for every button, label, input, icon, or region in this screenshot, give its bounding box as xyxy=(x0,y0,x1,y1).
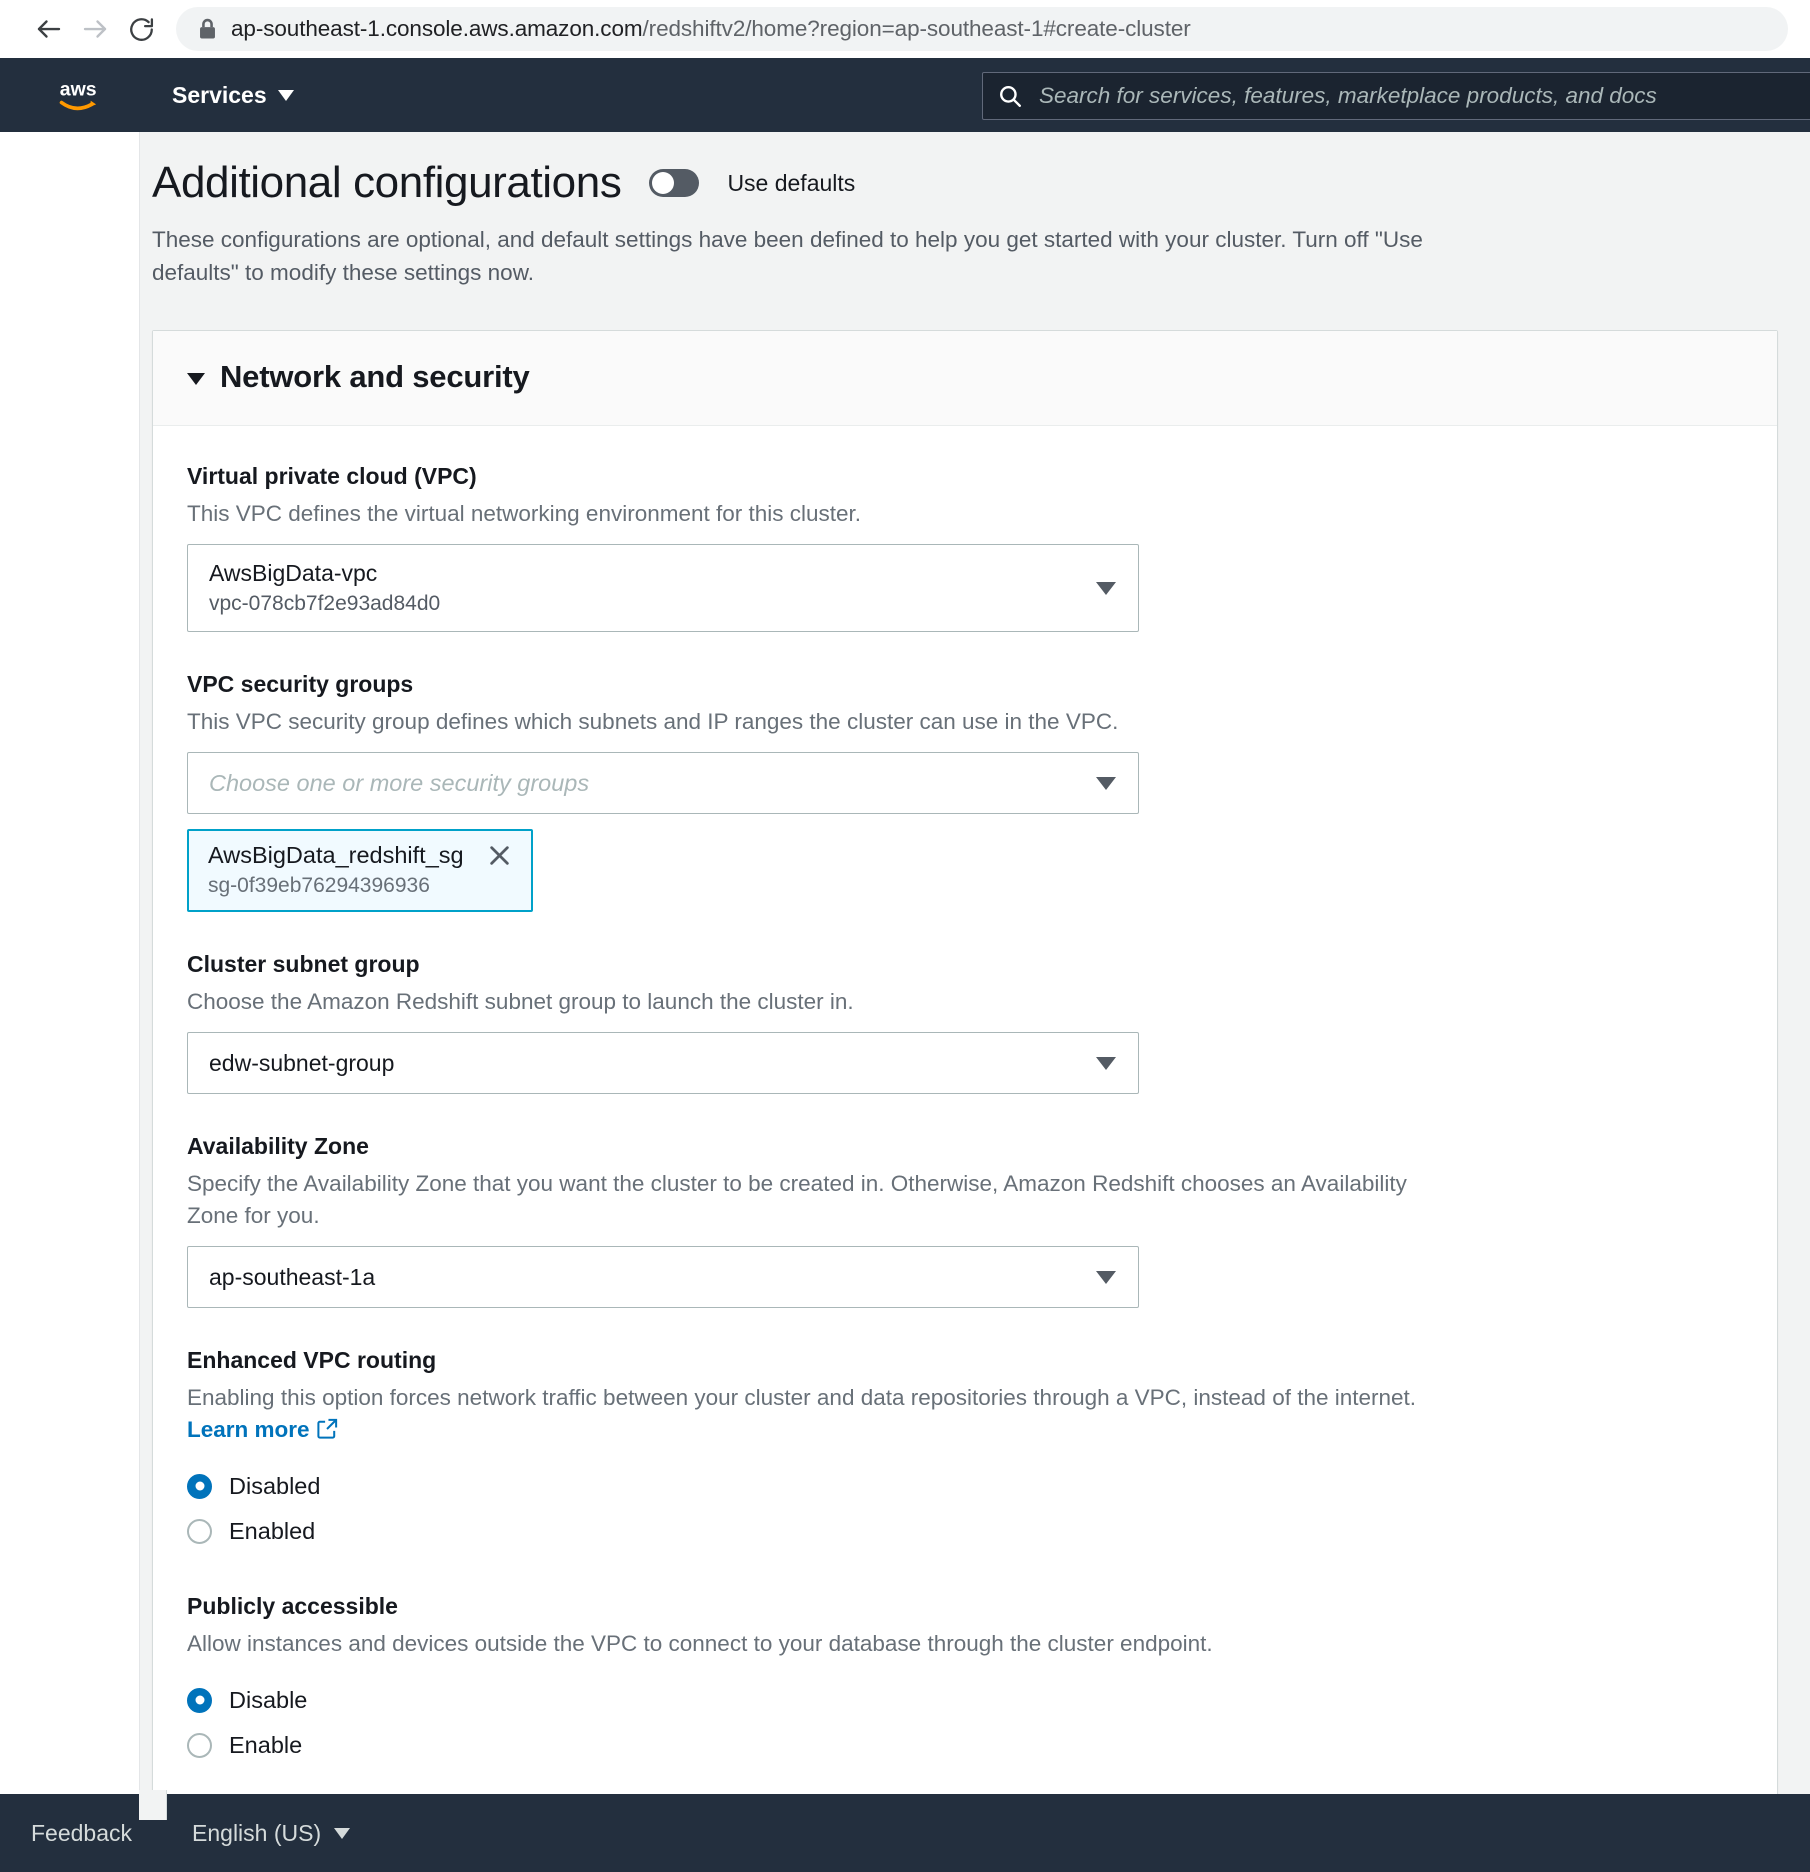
chevron-down-icon xyxy=(187,372,205,385)
enhanced-vpc-routing-radio-group: Disabled Enabled xyxy=(187,1464,1743,1554)
publicly-accessible-description: Allow instances and devices outside the … xyxy=(187,1630,1213,1656)
vpc-description: This VPC defines the virtual networking … xyxy=(187,501,862,527)
left-navigation-rail xyxy=(0,132,167,1820)
vpc-selected-value: AwsBigData-vpc xyxy=(209,560,378,587)
subnet-group-select[interactable]: edw-subnet-group xyxy=(187,1032,1139,1095)
forward-arrow-icon[interactable] xyxy=(72,6,118,52)
vpc-selected-id: vpc-078cb7f2e93ad84d0 xyxy=(209,592,441,616)
use-defaults-label: Use defaults xyxy=(727,169,856,196)
browser-toolbar: ap-southeast-1.console.aws.amazon.com/re… xyxy=(0,0,1810,58)
subnet-group-selected-value: edw-subnet-group xyxy=(209,1049,395,1076)
availability-zone-selected-value: ap-southeast-1a xyxy=(209,1263,376,1290)
chevron-down-icon xyxy=(1096,581,1116,595)
enhanced-vpc-routing-label: Enhanced VPC routing xyxy=(187,1347,437,1374)
availability-zone-label: Availability Zone xyxy=(187,1133,369,1160)
enhanced-vpc-routing-description: Enabling this option forces network traf… xyxy=(187,1382,1427,1446)
field-enhanced-vpc-routing: Enhanced VPC routing Enabling this optio… xyxy=(187,1346,1743,1554)
vpc-select[interactable]: AwsBigData-vpc vpc-078cb7f2e93ad84d0 xyxy=(187,544,1139,633)
publicly-accessible-radio-group: Disable Enable xyxy=(187,1678,1743,1768)
page-footer: Feedback English (US) xyxy=(0,1794,1810,1872)
rail-collapse-handle[interactable] xyxy=(139,1790,167,1820)
security-group-token-id: sg-0f39eb76294396936 xyxy=(208,874,430,898)
radio-option-enabled[interactable]: Enabled xyxy=(187,1509,1743,1554)
services-menu[interactable]: Services xyxy=(172,82,294,109)
feedback-link[interactable]: Feedback xyxy=(31,1820,132,1847)
radio-indicator xyxy=(187,1687,212,1713)
radio-indicator xyxy=(187,1732,212,1758)
security-group-token: AwsBigData_redshift_sg sg-0f39eb76294396… xyxy=(187,829,533,913)
address-bar[interactable]: ap-southeast-1.console.aws.amazon.com/re… xyxy=(176,7,1788,51)
radio-option-disabled[interactable]: Disabled xyxy=(187,1464,1743,1509)
subnet-group-label: Cluster subnet group xyxy=(187,951,420,978)
availability-zone-select[interactable]: ap-southeast-1a xyxy=(187,1246,1139,1309)
section-title: Network and security xyxy=(220,359,530,395)
radio-label: Enable xyxy=(229,1731,303,1758)
url-host: ap-southeast-1.console.aws.amazon.com xyxy=(231,16,643,41)
publicly-accessible-label: Publicly accessible xyxy=(187,1592,398,1619)
security-groups-placeholder: Choose one or more security groups xyxy=(209,769,590,796)
back-arrow-icon[interactable] xyxy=(26,6,72,52)
language-selector[interactable]: English (US) xyxy=(192,1819,351,1847)
network-and-security-card: Network and security Virtual private clo… xyxy=(152,330,1778,1794)
chevron-down-icon xyxy=(1096,776,1116,790)
security-groups-description: This VPC security group defines which su… xyxy=(187,709,1119,735)
security-groups-label: VPC security groups xyxy=(187,671,414,698)
availability-zone-description: Specify the Availability Zone that you w… xyxy=(187,1171,1407,1229)
radio-label: Disabled xyxy=(229,1472,321,1499)
use-defaults-toggle[interactable] xyxy=(649,169,700,198)
learn-more-link[interactable]: Learn more xyxy=(187,1417,310,1442)
radio-label: Disable xyxy=(229,1686,308,1713)
radio-indicator xyxy=(187,1473,212,1499)
chevron-down-icon xyxy=(277,89,294,101)
aws-logo[interactable]: aws xyxy=(58,76,120,113)
aws-global-nav: aws Services Search for services, featur… xyxy=(0,58,1810,132)
global-search-placeholder: Search for services, features, marketpla… xyxy=(1039,83,1657,108)
url-text: ap-southeast-1.console.aws.amazon.com/re… xyxy=(231,16,1191,42)
search-icon xyxy=(1000,86,1021,107)
field-vpc: Virtual private cloud (VPC) This VPC def… xyxy=(187,462,1743,633)
lock-icon xyxy=(200,18,215,39)
svg-text:aws: aws xyxy=(60,79,97,101)
chevron-down-icon xyxy=(1096,1056,1116,1070)
page-description: These configurations are optional, and d… xyxy=(152,227,1423,285)
subnet-group-description: Choose the Amazon Redshift subnet group … xyxy=(187,989,854,1015)
language-label: English (US) xyxy=(192,1819,322,1846)
reload-icon[interactable] xyxy=(118,6,164,52)
radio-option-disable[interactable]: Disable xyxy=(187,1678,1743,1723)
security-groups-select[interactable]: Choose one or more security groups xyxy=(187,752,1139,815)
page-header: Additional configurations Use defaults xyxy=(152,158,1778,207)
radio-label: Enabled xyxy=(229,1517,316,1544)
toggle-knob xyxy=(652,172,675,195)
main-content: Additional configurations Use defaults T… xyxy=(140,132,1810,1794)
page-body: Additional configurations Use defaults T… xyxy=(0,132,1810,1820)
url-path: /redshiftv2/home?region=ap-southeast-1#c… xyxy=(642,16,1191,41)
vpc-label: Virtual private cloud (VPC) xyxy=(187,463,477,490)
radio-option-enable[interactable]: Enable xyxy=(187,1723,1743,1768)
section-header-network-and-security[interactable]: Network and security xyxy=(153,331,1777,427)
field-availability-zone: Availability Zone Specify the Availabili… xyxy=(187,1132,1743,1309)
section-body: Virtual private cloud (VPC) This VPC def… xyxy=(153,426,1777,1794)
global-search-input[interactable]: Search for services, features, marketpla… xyxy=(982,72,1810,120)
radio-indicator xyxy=(187,1518,212,1544)
field-publicly-accessible: Publicly accessible Allow instances and … xyxy=(187,1592,1743,1768)
security-group-token-name: AwsBigData_redshift_sg xyxy=(208,842,464,869)
field-cluster-subnet-group: Cluster subnet group Choose the Amazon R… xyxy=(187,950,1743,1095)
page-title: Additional configurations xyxy=(152,158,622,207)
feedback-label: Feedback xyxy=(31,1819,133,1846)
services-label: Services xyxy=(172,81,267,108)
close-icon[interactable] xyxy=(486,842,513,869)
field-vpc-security-groups: VPC security groups This VPC security gr… xyxy=(187,670,1743,913)
chevron-down-icon xyxy=(334,1827,351,1839)
external-link-icon xyxy=(316,1418,337,1439)
enhanced-vpc-routing-description-text: Enabling this option forces network traf… xyxy=(187,1384,1417,1410)
chevron-down-icon xyxy=(1096,1270,1116,1284)
